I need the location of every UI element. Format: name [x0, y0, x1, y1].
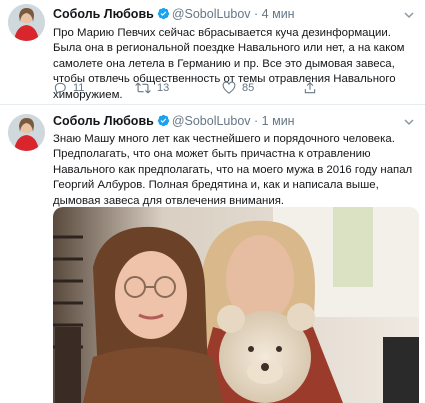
retweet-count: 13 — [157, 82, 170, 94]
tweet-text: Знаю Машу много лет как честнейшего и по… — [53, 133, 413, 207]
author-handle[interactable]: @SobolLubov — [172, 7, 251, 21]
like-button[interactable]: 85 — [222, 81, 254, 95]
separator-dot: · — [254, 114, 259, 128]
reply-icon — [54, 82, 66, 95]
photo-image — [53, 207, 419, 403]
tweet-actions: 11 13 85 — [53, 81, 353, 99]
tweet-header: Соболь Любовь @SobolLubov · 4 мин — [53, 7, 295, 23]
heart-icon — [222, 81, 236, 94]
timestamp[interactable]: 1 мин — [262, 114, 295, 128]
avatar[interactable] — [8, 4, 45, 41]
avatar[interactable] — [8, 114, 45, 151]
tweet-2[interactable]: Соболь Любовь @SobolLubov · 1 мин Знаю Ма… — [0, 105, 425, 403]
chevron-down-icon[interactable] — [403, 116, 415, 128]
retweet-button[interactable]: 13 — [135, 81, 169, 95]
share-icon — [304, 82, 316, 94]
author-name[interactable]: Соболь Любовь — [53, 114, 154, 128]
tweet-header: Соболь Любовь @SobolLubov · 1 мин — [53, 114, 295, 130]
reply-button[interactable]: 11 — [53, 81, 84, 95]
author-name[interactable]: Соболь Любовь — [53, 7, 154, 21]
like-count: 85 — [242, 82, 255, 94]
verified-badge-icon — [157, 114, 170, 130]
retweet-icon — [135, 82, 151, 94]
share-button[interactable] — [303, 81, 317, 95]
author-handle[interactable]: @SobolLubov — [172, 114, 251, 128]
chevron-down-icon[interactable] — [403, 9, 415, 21]
attached-photo[interactable] — [53, 207, 419, 403]
timestamp[interactable]: 4 мин — [262, 7, 295, 21]
reply-count: 11 — [73, 82, 85, 94]
separator-dot: · — [254, 7, 259, 21]
verified-badge-icon — [157, 7, 170, 23]
tweet-1[interactable]: Соболь Любовь @SobolLubov · 4 мин Про Мар… — [0, 0, 425, 105]
